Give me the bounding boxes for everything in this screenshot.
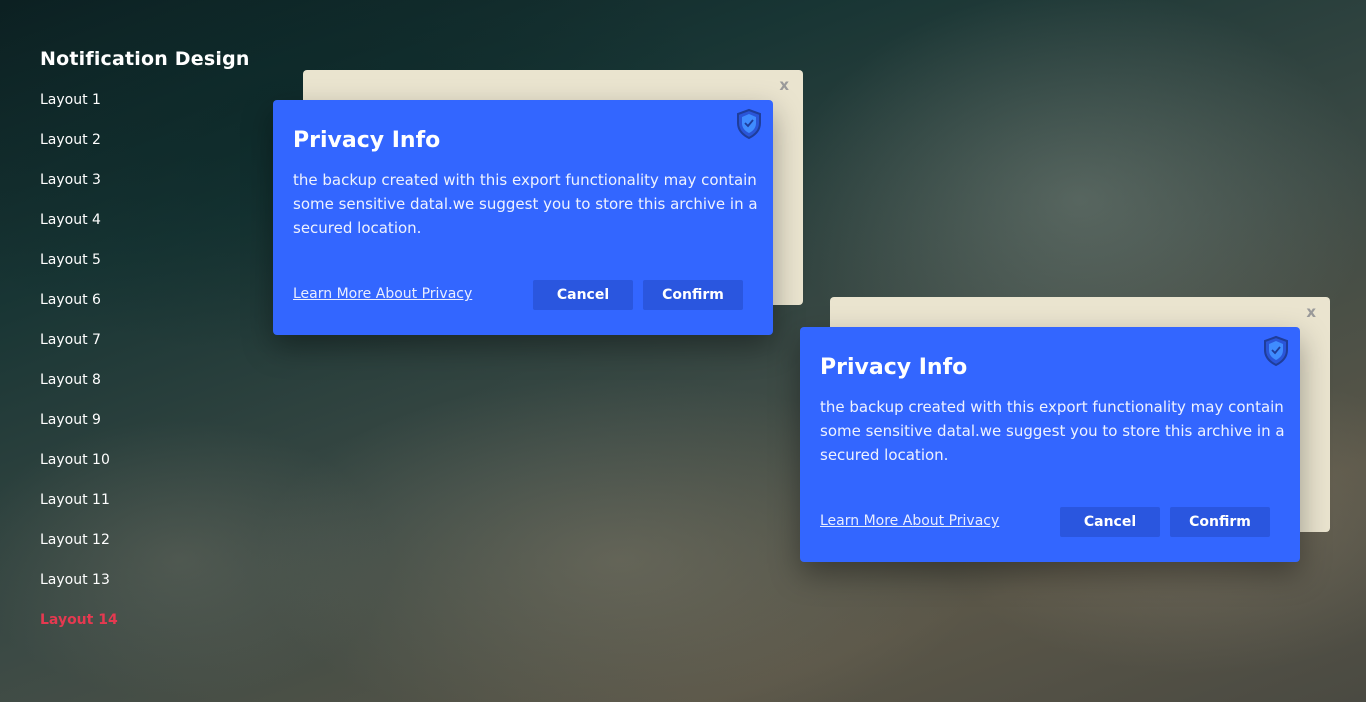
sidebar-item-layout-4[interactable]: Layout 4: [40, 212, 250, 252]
sidebar-item-layout-8[interactable]: Layout 8: [40, 372, 250, 412]
cancel-button[interactable]: Cancel: [533, 280, 633, 310]
sidebar-item-layout-6[interactable]: Layout 6: [40, 292, 250, 332]
learn-more-link[interactable]: Learn More About Privacy: [820, 513, 999, 529]
privacy-dialog: Privacy Info the backup created with thi…: [800, 327, 1300, 562]
confirm-button[interactable]: Confirm: [643, 280, 743, 310]
sidebar-title: Notification Design: [40, 48, 250, 70]
sidebar-item-layout-1[interactable]: Layout 1: [40, 92, 250, 132]
sidebar-item-layout-10[interactable]: Layout 10: [40, 452, 250, 492]
shield-check-icon: [737, 108, 761, 140]
sidebar-item-layout-9[interactable]: Layout 9: [40, 412, 250, 452]
dialog-title: Privacy Info: [293, 128, 441, 153]
privacy-dialog: Privacy Info the backup created with thi…: [273, 100, 773, 335]
learn-more-link[interactable]: Learn More About Privacy: [293, 286, 472, 302]
sidebar-item-layout-5[interactable]: Layout 5: [40, 252, 250, 292]
sidebar-item-layout-7[interactable]: Layout 7: [40, 332, 250, 372]
shield-check-icon: [1264, 335, 1288, 367]
sidebar-item-layout-13[interactable]: Layout 13: [40, 572, 250, 612]
cancel-button[interactable]: Cancel: [1060, 507, 1160, 537]
sidebar-item-layout-14[interactable]: Layout 14: [40, 612, 250, 652]
sidebar: Notification Design Layout 1 Layout 2 La…: [40, 48, 250, 652]
dialog-message: the backup created with this export func…: [820, 398, 1285, 464]
close-button[interactable]: x: [779, 76, 789, 94]
close-button[interactable]: x: [1306, 303, 1316, 321]
sidebar-item-layout-2[interactable]: Layout 2: [40, 132, 250, 172]
confirm-button[interactable]: Confirm: [1170, 507, 1270, 537]
sidebar-item-layout-3[interactable]: Layout 3: [40, 172, 250, 212]
sidebar-item-layout-12[interactable]: Layout 12: [40, 532, 250, 572]
dialog-message: the backup created with this export func…: [293, 171, 758, 237]
dialog-title: Privacy Info: [820, 355, 968, 380]
sidebar-item-layout-11[interactable]: Layout 11: [40, 492, 250, 532]
